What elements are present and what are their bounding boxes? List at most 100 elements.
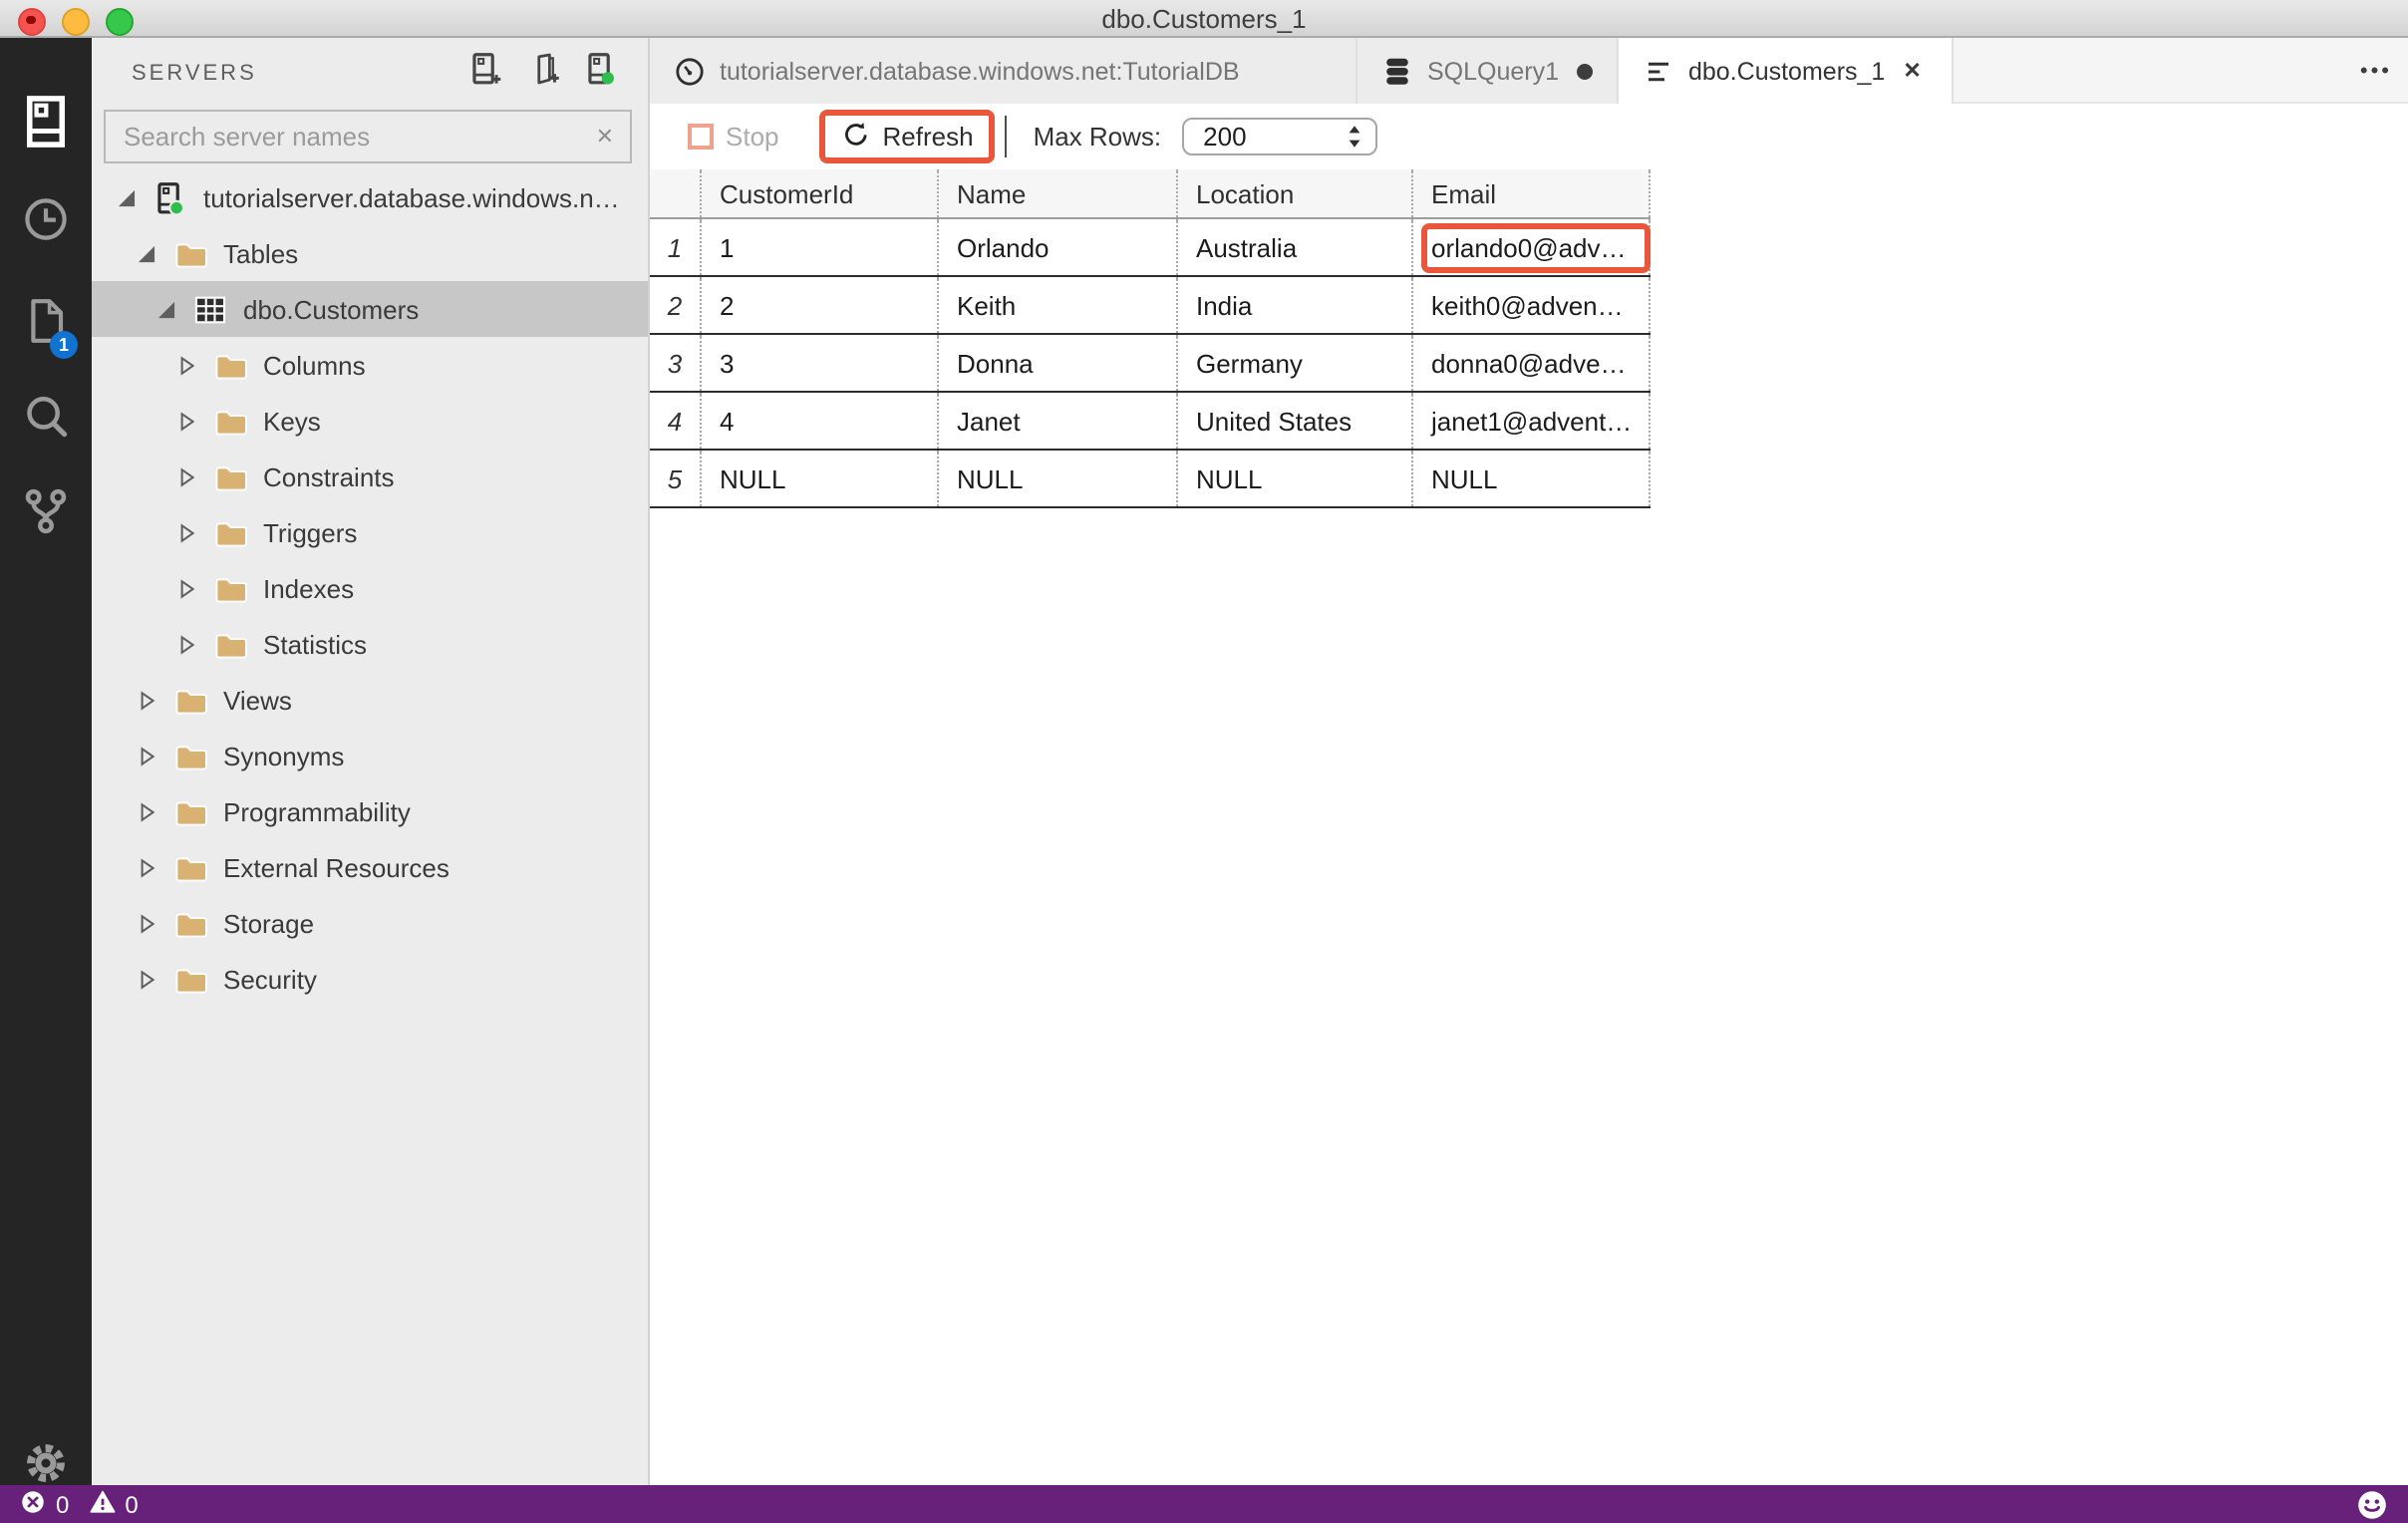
cell-location[interactable]: NULL bbox=[1178, 451, 1413, 506]
tree-item-tutorialserver-database-windows-n-[interactable]: tutorialserver.database.windows.n… bbox=[92, 169, 648, 225]
errors-status[interactable]: 0 bbox=[20, 1488, 69, 1520]
cell-customerid[interactable]: NULL bbox=[702, 451, 939, 506]
toolbar-separator bbox=[1005, 116, 1008, 157]
tab-dbo-customers-1[interactable]: dbo.Customers_1 ✕ bbox=[1619, 38, 1954, 104]
tree-item-constraints[interactable]: Constraints bbox=[92, 449, 648, 504]
cell-name[interactable]: Orlando bbox=[939, 219, 1178, 275]
arrow-collapsed-icon[interactable] bbox=[134, 910, 159, 936]
max-rows-value: 200 bbox=[1203, 122, 1247, 152]
arrow-collapsed-icon[interactable] bbox=[173, 519, 199, 545]
arrow-collapsed-icon[interactable] bbox=[173, 463, 199, 489]
cell-location[interactable]: India bbox=[1178, 277, 1413, 333]
cell-location[interactable]: Australia bbox=[1178, 219, 1413, 275]
activity-item-task-history[interactable] bbox=[0, 183, 92, 263]
refresh-button[interactable]: Refresh bbox=[818, 110, 996, 163]
cell-name[interactable]: Janet bbox=[939, 393, 1178, 449]
tree-item-label: Views bbox=[223, 685, 292, 715]
row-number[interactable]: 4 bbox=[650, 393, 702, 449]
window-title: dbo.Customers_1 bbox=[1101, 4, 1307, 34]
tree-item-label: Storage bbox=[223, 908, 315, 938]
tree-item-columns[interactable]: Columns bbox=[92, 337, 648, 393]
tree-item-triggers[interactable]: Triggers bbox=[92, 504, 648, 560]
cell-location[interactable]: United States bbox=[1178, 393, 1413, 449]
tree-item-label: Constraints bbox=[263, 461, 395, 491]
arrow-collapsed-icon[interactable] bbox=[134, 687, 159, 713]
cell-customerid[interactable]: 2 bbox=[702, 277, 939, 333]
arrow-expanded-icon[interactable] bbox=[134, 240, 159, 266]
tree-item-statistics[interactable]: Statistics bbox=[92, 616, 648, 672]
new-server-group-button[interactable] bbox=[524, 53, 560, 92]
activity-item-connections[interactable] bbox=[0, 86, 92, 165]
arrow-collapsed-icon[interactable] bbox=[173, 575, 199, 601]
sidebar-title: SERVERS bbox=[132, 62, 257, 86]
activity-item-editors[interactable]: 1 bbox=[0, 285, 92, 365]
server-connected-icon bbox=[153, 180, 187, 214]
max-rows-dropdown[interactable]: 200 bbox=[1181, 118, 1377, 155]
cell-customerid[interactable]: 1 bbox=[702, 219, 939, 275]
tree-item-views[interactable]: Views bbox=[92, 672, 648, 728]
cell-email[interactable]: orlando0@adv… bbox=[1413, 219, 1651, 275]
row-number[interactable]: 1 bbox=[650, 219, 702, 275]
cell-customerid[interactable]: 3 bbox=[702, 335, 939, 391]
tree-item-synonyms[interactable]: Synonyms bbox=[92, 728, 648, 783]
cell-name[interactable]: Donna bbox=[939, 335, 1178, 391]
column-header-customerid[interactable]: CustomerId bbox=[702, 169, 939, 217]
activity-item-search[interactable] bbox=[0, 381, 92, 460]
cell-location[interactable]: Germany bbox=[1178, 335, 1413, 391]
tree-item-tables[interactable]: Tables bbox=[92, 225, 648, 281]
cell-name[interactable]: Keith bbox=[939, 277, 1178, 333]
column-header-location[interactable]: Location bbox=[1178, 169, 1413, 217]
activity-item-source-control[interactable] bbox=[0, 474, 92, 554]
tab-bar: tutorialserver.database.windows.net:Tuto… bbox=[650, 38, 2408, 104]
new-connection-button[interactable] bbox=[466, 53, 502, 92]
tree-item-external-resources[interactable]: External Resources bbox=[92, 839, 648, 895]
tree-item-label: Security bbox=[223, 964, 317, 994]
warnings-status[interactable]: 0 bbox=[89, 1488, 139, 1520]
row-number[interactable]: 5 bbox=[650, 451, 702, 506]
tab-sqlquery1[interactable]: SQLQuery1 bbox=[1357, 38, 1619, 104]
cell-email[interactable]: donna0@adve… bbox=[1413, 335, 1651, 391]
arrow-collapsed-icon[interactable] bbox=[134, 743, 159, 768]
clear-search-icon[interactable]: ✕ bbox=[580, 124, 630, 150]
tree-item-indexes[interactable]: Indexes bbox=[92, 560, 648, 616]
column-header-email[interactable]: Email bbox=[1413, 169, 1651, 217]
tab-label: SQLQuery1 bbox=[1427, 57, 1559, 85]
close-tab-icon[interactable]: ✕ bbox=[1903, 58, 1921, 84]
server-icon bbox=[20, 95, 72, 156]
arrow-expanded-icon[interactable] bbox=[153, 296, 179, 322]
tree-item-dbo-customers[interactable]: dbo.Customers bbox=[92, 281, 648, 337]
editor-area: tutorialserver.database.windows.net:Tuto… bbox=[650, 38, 2408, 1485]
folder-icon bbox=[173, 794, 207, 828]
folder-icon bbox=[213, 515, 247, 549]
cell-name[interactable]: NULL bbox=[939, 451, 1178, 506]
tree-item-programmability[interactable]: Programmability bbox=[92, 783, 648, 839]
cell-email[interactable]: keith0@adven… bbox=[1413, 277, 1651, 333]
server-search-box: ✕ bbox=[104, 110, 632, 163]
error-count: 0 bbox=[56, 1490, 70, 1518]
tree-item-security[interactable]: Security bbox=[92, 951, 648, 1007]
arrow-collapsed-icon[interactable] bbox=[173, 631, 199, 657]
active-connections-button[interactable] bbox=[582, 53, 618, 92]
tree-item-storage[interactable]: Storage bbox=[92, 895, 648, 951]
cell-email[interactable]: NULL bbox=[1413, 451, 1651, 506]
arrow-collapsed-icon[interactable] bbox=[134, 966, 159, 992]
tab-tutorialserver-database-windows-net-tutorialdb[interactable]: tutorialserver.database.windows.net:Tuto… bbox=[650, 38, 1357, 104]
feedback-smiley-button[interactable] bbox=[2356, 1488, 2388, 1520]
cell-email[interactable]: janet1@advent… bbox=[1413, 393, 1651, 449]
row-number[interactable]: 3 bbox=[650, 335, 702, 391]
arrow-collapsed-icon[interactable] bbox=[134, 798, 159, 824]
stop-button[interactable]: Stop bbox=[688, 122, 779, 152]
arrow-collapsed-icon[interactable] bbox=[173, 408, 199, 434]
tree-item-keys[interactable]: Keys bbox=[92, 393, 648, 449]
server-active-icon bbox=[583, 52, 617, 96]
row-number[interactable]: 2 bbox=[650, 277, 702, 333]
cell-customerid[interactable]: 4 bbox=[702, 393, 939, 449]
arrow-expanded-icon[interactable] bbox=[114, 184, 140, 210]
folder-icon bbox=[213, 571, 247, 605]
arrow-collapsed-icon[interactable] bbox=[134, 854, 159, 880]
column-header-name[interactable]: Name bbox=[939, 169, 1178, 217]
arrow-collapsed-icon[interactable] bbox=[173, 352, 199, 378]
more-actions-button[interactable]: ••• bbox=[2360, 38, 2392, 104]
sidebar-actions bbox=[466, 53, 618, 92]
search-input[interactable] bbox=[106, 122, 580, 152]
